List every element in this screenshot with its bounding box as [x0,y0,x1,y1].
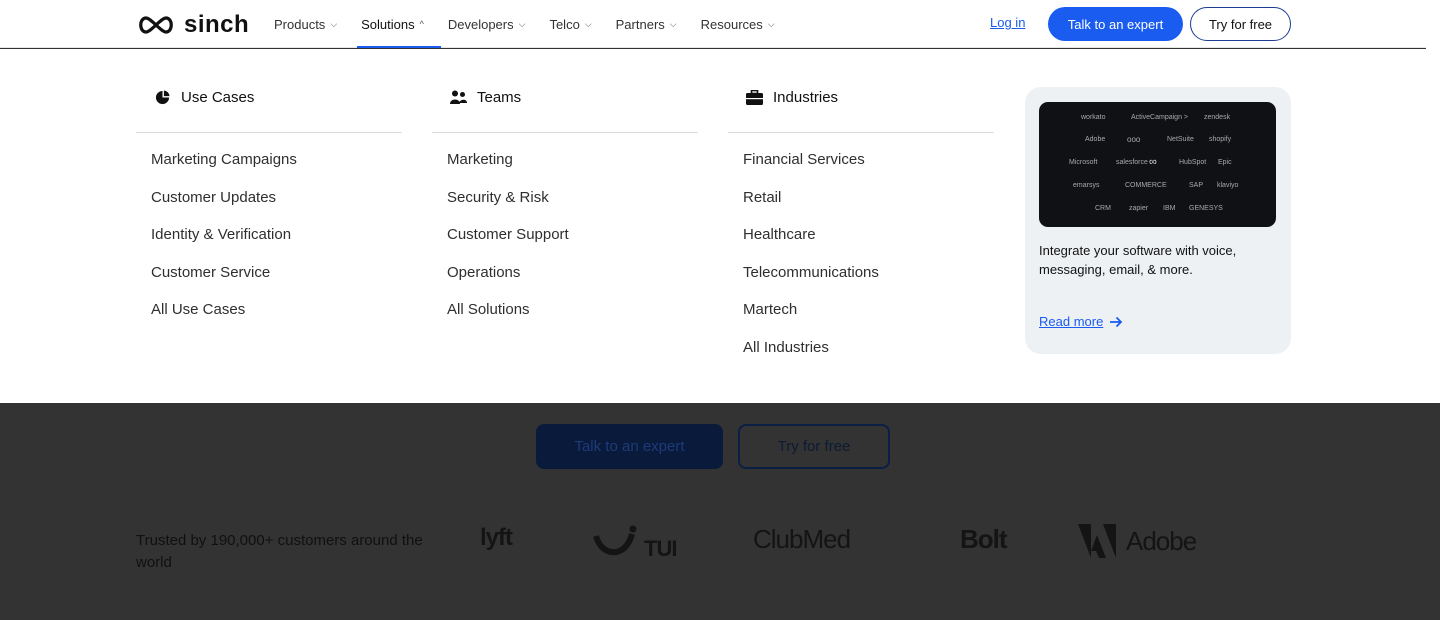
menu-link-telecommunications[interactable]: Telecommunications [743,263,994,301]
promo-logo: HubSpot [1179,159,1207,166]
infinity-icon [139,16,173,34]
chevron-down-icon: ⌵ [584,18,592,29]
active-nav-indicator [357,46,441,48]
promo-logo: NetSuite [1167,136,1194,143]
clubmed-logo: ClubMed [753,524,851,554]
menu-link-marketing[interactable]: Marketing [447,150,698,188]
promo-logo: SAP [1189,182,1204,189]
menu-link-martech[interactable]: Martech [743,300,994,338]
menu-link-operations[interactable]: Operations [447,263,698,301]
adobe-logo-text: Adobe [1126,525,1197,556]
bolt-logo: Bolt [960,524,1008,554]
hero-try-for-free-button[interactable]: Try for free [738,424,890,469]
nav-solutions-label: Solutions [361,16,415,32]
menu-link-customer-service[interactable]: Customer Service [151,263,402,301]
promo-logo: zendesk [1204,114,1231,121]
use-cases-heading: Use Cases [136,49,402,133]
menu-link-retail[interactable]: Retail [743,188,994,226]
tui-logo: TUI [592,524,682,564]
trusted-by-text: Trusted by 190,000+ customers around the… [136,532,423,571]
scrollbar[interactable] [1426,0,1440,403]
promo-logo: Microsoft [1069,159,1098,166]
nav-partners[interactable]: Partners ⌵ [604,0,689,48]
hero-cta-group: Talk to an expert Try for free [536,424,890,469]
nav-resources-label: Resources [700,16,763,32]
menu-link-all-industries[interactable]: All Industries [743,338,994,376]
use-cases-column: Use Cases Marketing Campaigns Customer U… [136,49,402,338]
promo-logo: emarsys [1073,182,1100,189]
read-more-label: Read more [1039,314,1104,329]
hero-talk-to-expert-button[interactable]: Talk to an expert [536,424,723,469]
use-cases-title: Use Cases [181,89,255,106]
lyft-logo: lyft [480,524,513,551]
people-icon [450,89,467,106]
adobe-logo: Adobe [1078,524,1197,558]
nav-products-label: Products [274,16,326,32]
adobe-mark-icon [1078,524,1116,558]
chevron-down-icon: ⌵ [669,18,677,29]
promo-logo: COMMERCE [1125,182,1167,189]
industries-column: Industries Financial Services Retail Hea… [728,49,994,375]
login-link[interactable]: Log in [990,15,1025,30]
industries-list: Financial Services Retail Healthcare Tel… [728,133,994,375]
brand-name: sinch [184,11,250,38]
nav-developers-label: Developers [447,16,514,32]
customer-logos: lyft TUI ClubMed Bolt Adobe [480,518,1300,570]
nav-solutions[interactable]: Solutions ^ [349,0,436,48]
menu-link-identity-verification[interactable]: Identity & Verification [151,225,402,263]
nav-telco-label: Telco [549,16,580,32]
promo-logo: GENESYS [1189,205,1223,212]
nav-resources[interactable]: Resources ⌵ [689,0,787,48]
chevron-up-icon: ^ [419,19,424,29]
nav-telco[interactable]: Telco ⌵ [537,0,603,48]
promo-logo: salesforce [1116,159,1148,166]
top-navbar: sinch Products ⌵ Solutions ^ Developers … [0,0,1426,48]
read-more-link[interactable]: Read more [1039,314,1123,329]
brand-logo[interactable]: sinch [136,11,249,39]
promo-logo: ActiveCampaign > [1131,114,1189,121]
integrations-promo-card[interactable]: workato ActiveCampaign > zendesk Adobe o… [1025,87,1291,354]
promo-logo: zapier [1129,205,1149,212]
integration-logos-image: workato ActiveCampaign > zendesk Adobe o… [1039,102,1276,227]
menu-link-marketing-campaigns[interactable]: Marketing Campaigns [151,150,402,188]
menu-link-security-risk[interactable]: Security & Risk [447,188,698,226]
main-nav: Products ⌵ Solutions ^ Developers ⌵ Telc… [262,0,787,48]
industries-title: Industries [773,89,839,106]
promo-logo: CRM [1095,205,1111,212]
teams-column: Teams Marketing Security & Risk Customer… [432,49,698,338]
promo-logo: IBM [1163,205,1176,212]
promo-logo: ooo [1127,135,1141,144]
promo-logo: Epic [1218,159,1232,166]
menu-link-customer-updates[interactable]: Customer Updates [151,188,402,226]
teams-list: Marketing Security & Risk Customer Suppo… [432,133,698,338]
promo-logo: ∞ [1149,156,1157,168]
promo-logo: klaviyo [1217,182,1239,189]
promo-logo: workato [1081,114,1106,121]
menu-link-all-use-cases[interactable]: All Use Cases [151,300,402,338]
teams-title: Teams [477,89,522,106]
chevron-down-icon: ⌵ [518,18,526,29]
arrow-right-icon [1110,316,1123,327]
try-for-free-button[interactable]: Try for free [1190,7,1291,41]
industries-heading: Industries [728,49,994,133]
menu-link-financial-services[interactable]: Financial Services [743,150,994,188]
menu-link-healthcare[interactable]: Healthcare [743,225,994,263]
menu-link-all-solutions[interactable]: All Solutions [447,300,698,338]
promo-logo: Adobe [1085,136,1106,143]
chevron-down-icon: ⌵ [767,18,775,29]
nav-products[interactable]: Products ⌵ [262,0,349,48]
nav-partners-label: Partners [615,16,665,32]
tui-logo-text: TUI [644,536,676,561]
briefcase-icon [746,89,763,106]
promo-description: Integrate your software with voice, mess… [1039,243,1237,277]
pie-chart-icon [154,89,171,106]
use-cases-list: Marketing Campaigns Customer Updates Ide… [136,133,402,338]
talk-to-expert-button[interactable]: Talk to an expert [1048,7,1183,41]
teams-heading: Teams [432,49,698,133]
menu-link-customer-support[interactable]: Customer Support [447,225,698,263]
solutions-mega-menu: Use Cases Marketing Campaigns Customer U… [0,49,1426,403]
nav-developers[interactable]: Developers ⌵ [436,0,538,48]
chevron-down-icon: ⌵ [330,18,338,29]
promo-logo: shopify [1209,136,1232,143]
